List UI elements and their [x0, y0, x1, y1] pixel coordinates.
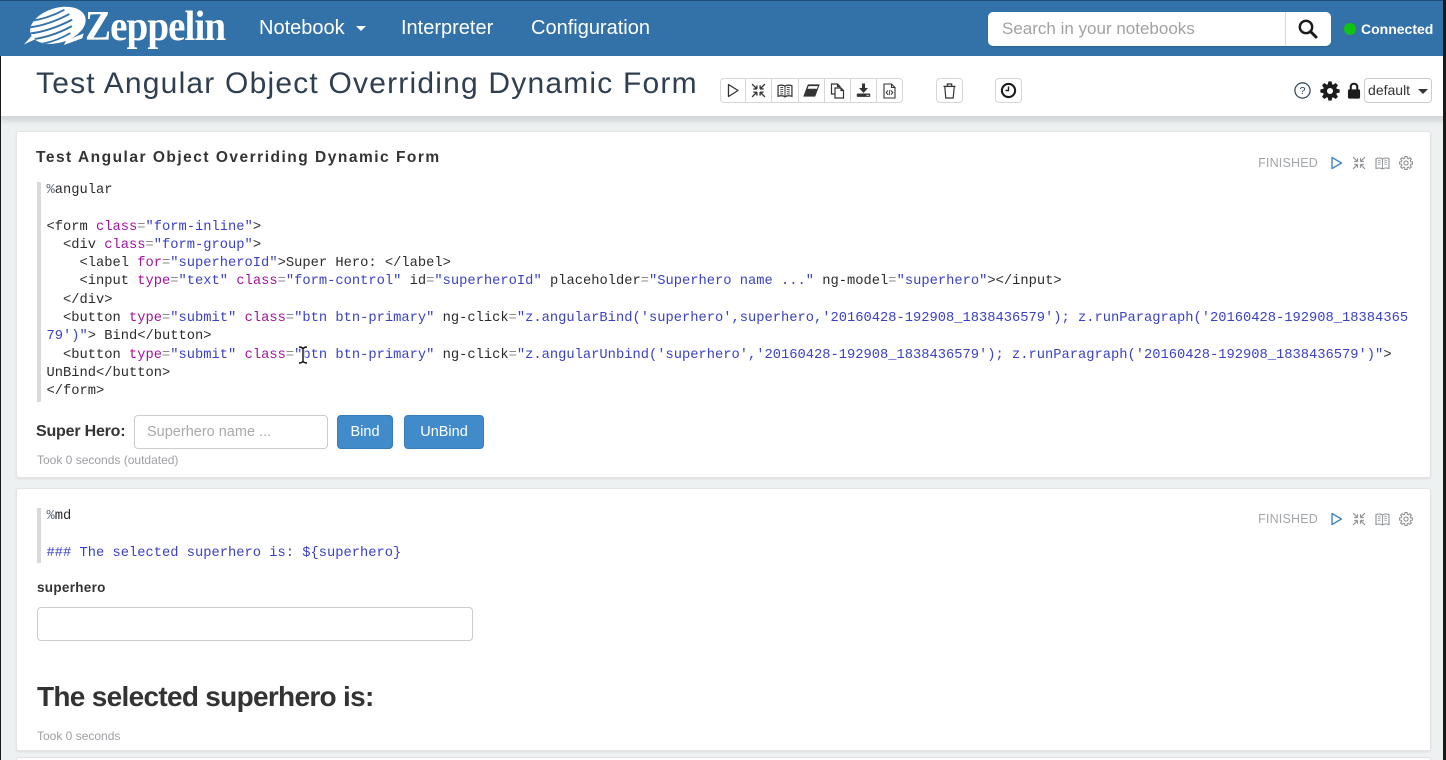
svg-text:?: ?	[1300, 85, 1306, 97]
